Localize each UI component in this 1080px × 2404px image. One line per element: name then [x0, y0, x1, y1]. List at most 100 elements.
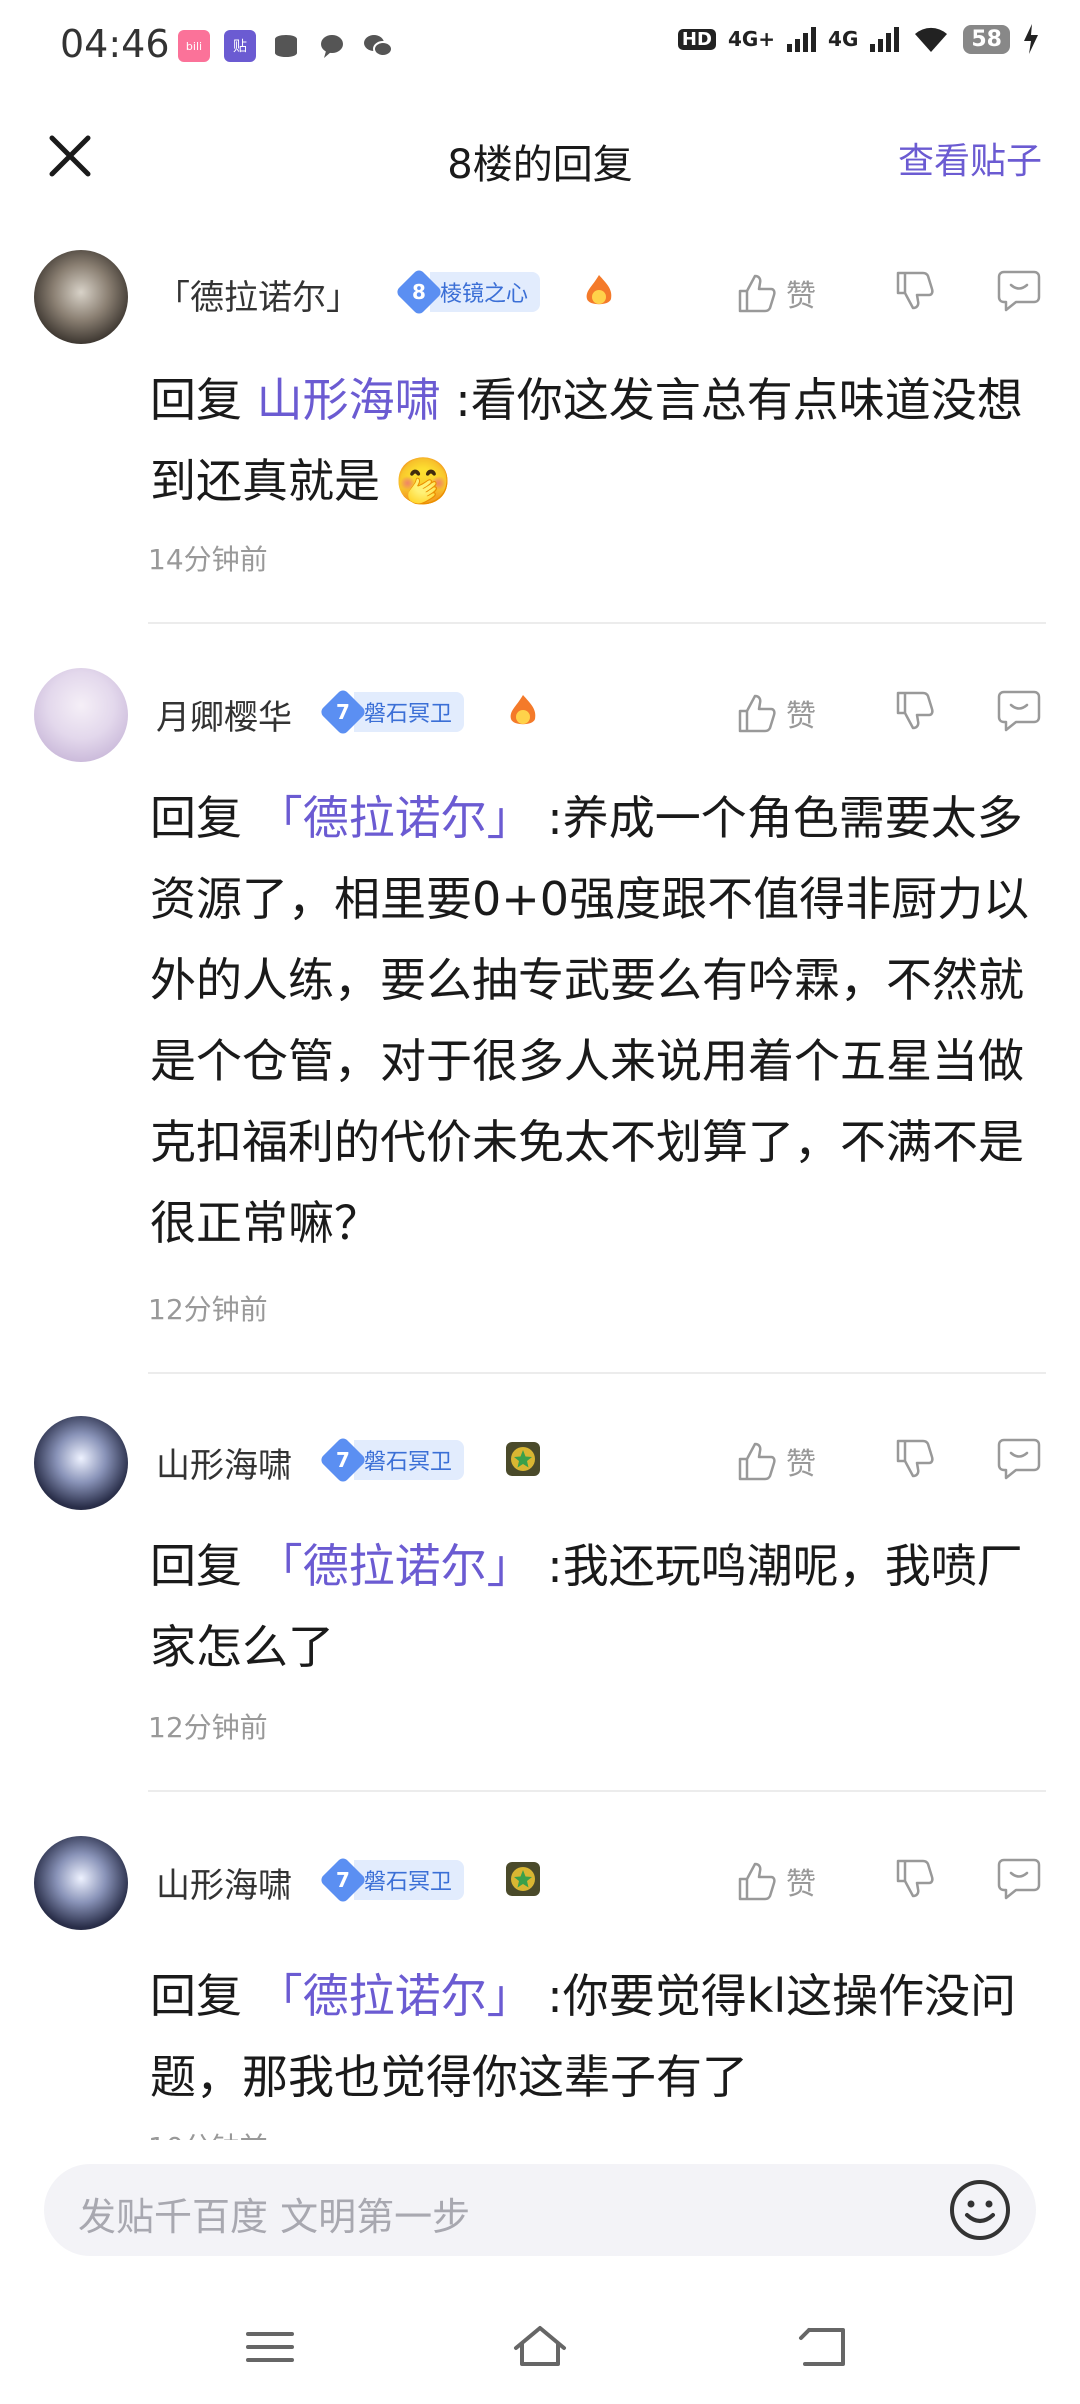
thumbs-up-icon — [738, 694, 776, 733]
reply-content[interactable]: 回复 「德拉诺尔」 :我还玩鸣潮呢，我喷厂家怎么了 — [150, 1526, 1040, 1688]
reply-target-link[interactable]: 「德拉诺尔」 — [257, 1969, 533, 2023]
reply-content[interactable]: 回复 山形海啸 :看你这发言总有点味道没想到还真就是 🤭 — [150, 360, 1040, 522]
reply-input[interactable]: 发贴千百度 文明第一步 — [44, 2164, 1036, 2256]
comment-button[interactable] — [996, 268, 1046, 318]
level-title: 磐石冥卫 — [354, 1860, 465, 1900]
comment-button[interactable] — [996, 1856, 1046, 1906]
status-bar: 04:46 bili 贴 HD 4G+ 4G 58 — [0, 0, 1080, 96]
reply-input-placeholder: 发贴千百度 文明第一步 — [78, 2195, 471, 2239]
wifi-icon — [915, 27, 948, 52]
thumbs-up-icon — [738, 1442, 776, 1481]
view-post-link[interactable]: 查看贴子 — [898, 132, 1042, 184]
thumbs-down-icon — [896, 691, 934, 730]
reply-time: 10分钟前 — [148, 2126, 268, 2140]
thumbs-down-icon — [896, 271, 934, 310]
comment-icon — [997, 1858, 1041, 1900]
reply-item: 山形海啸 7 磐石冥卫 赞 回复 「德拉诺尔」 :你要觉得kl这操作没问题，那我… — [0, 1804, 1080, 2140]
charging-icon — [1024, 24, 1038, 54]
level-title: 棱镜之心 — [430, 272, 541, 312]
menu-nav-button[interactable] — [240, 2320, 300, 2374]
status-indicators: HD 4G+ 4G 58 — [677, 24, 1040, 54]
like-label: 赞 — [786, 699, 816, 734]
avatar[interactable] — [34, 1416, 128, 1510]
thumbs-down-icon — [896, 1859, 934, 1898]
reply-time: 12分钟前 — [148, 1711, 268, 1744]
menu-icon — [246, 2332, 294, 2362]
wechat-app-icon — [362, 30, 394, 62]
network-label-2: 4G — [828, 27, 859, 51]
level-number-text: 7 — [336, 699, 350, 724]
level-badge: 7 磐石冥卫 — [318, 1855, 465, 1905]
flame-badge-icon — [586, 275, 612, 305]
reply-actions: 赞 — [734, 1436, 1046, 1486]
like-label: 赞 — [786, 1447, 816, 1482]
dislike-button[interactable] — [892, 689, 942, 737]
level-badge: 8 棱镜之心 — [394, 267, 541, 317]
reply-target-link[interactable]: 「德拉诺尔」 — [257, 791, 533, 845]
reply-actions: 赞 — [734, 268, 1046, 318]
bilibili-app-icon: bili — [178, 30, 210, 62]
reply-target-link[interactable]: 山形海啸 — [257, 373, 441, 427]
back-icon — [799, 2328, 845, 2366]
level-number-text: 7 — [336, 1447, 350, 1472]
username[interactable]: 山形海啸 — [156, 1438, 292, 1487]
status-time: 04:46 — [60, 22, 170, 66]
reply-content[interactable]: 回复 「德拉诺尔」 :你要觉得kl这操作没问题，那我也觉得你这辈子有了 — [150, 1956, 1040, 2118]
like-button[interactable]: 赞 — [734, 691, 864, 735]
reply-actions: 赞 — [734, 1856, 1046, 1906]
comment-button[interactable] — [996, 1436, 1046, 1486]
avatar[interactable] — [34, 668, 128, 762]
level-title: 磐石冥卫 — [354, 1440, 465, 1480]
level-badge: 7 磐石冥卫 — [318, 687, 465, 737]
username[interactable]: 山形海啸 — [156, 1858, 292, 1907]
battery-level: 58 — [963, 24, 1010, 54]
signal-icon — [787, 26, 817, 52]
like-button[interactable]: 赞 — [734, 1439, 864, 1483]
divider — [148, 1790, 1046, 1792]
star-medal-badge-icon — [506, 1862, 540, 1896]
header: 8楼的回复 查看贴子 — [0, 96, 1080, 216]
username[interactable]: 月卿樱华 — [156, 690, 292, 739]
reply-prefix: 回复 — [150, 1969, 242, 2023]
avatar[interactable] — [34, 1836, 128, 1930]
flame-badge-icon — [510, 695, 536, 725]
emoji-button[interactable] — [946, 2176, 1014, 2244]
home-nav-button[interactable] — [510, 2320, 570, 2374]
reply-input-bar: 发贴千百度 文明第一步 — [0, 2140, 1080, 2290]
level-number-text: 7 — [336, 1867, 350, 1892]
like-label: 赞 — [786, 279, 816, 314]
level-number-text: 8 — [412, 279, 426, 304]
comment-icon — [997, 690, 1041, 732]
chat-bubble-app-icon — [316, 30, 348, 62]
comment-button[interactable] — [996, 688, 1046, 738]
level-badge: 7 磐石冥卫 — [318, 1435, 465, 1485]
comment-icon — [997, 270, 1041, 312]
reply-target-link[interactable]: 「德拉诺尔」 — [257, 1539, 533, 1593]
dislike-button[interactable] — [892, 1857, 942, 1905]
reply-time: 12分钟前 — [148, 1293, 268, 1326]
emoji-icon — [950, 2180, 1010, 2240]
network-label-1: 4G+ — [727, 27, 776, 51]
reply-prefix: 回复 — [150, 1539, 242, 1593]
thumbs-down-icon — [896, 1439, 934, 1478]
avatar[interactable] — [34, 250, 128, 344]
reply-text: :养成一个角色需要太多资源了，相里要0+0强度跟不值得非厨力以外的人练，要么抽专… — [150, 791, 1030, 1250]
system-nav-bar — [0, 2290, 1080, 2404]
dislike-button[interactable] — [892, 269, 942, 317]
comment-icon — [997, 1438, 1041, 1480]
username[interactable]: 「德拉诺尔」 — [156, 270, 360, 319]
status-app-icons: bili 贴 — [178, 30, 394, 62]
level-title: 磐石冥卫 — [354, 692, 465, 732]
like-label: 赞 — [786, 1867, 816, 1902]
back-nav-button[interactable] — [795, 2320, 855, 2374]
reply-prefix: 回复 — [150, 791, 242, 845]
dislike-button[interactable] — [892, 1437, 942, 1485]
tieba-app-icon: 贴 — [224, 30, 256, 62]
reply-time: 14分钟前 — [148, 543, 268, 576]
hd-icon: HD — [677, 28, 716, 50]
signal-icon-2 — [870, 26, 900, 52]
like-button[interactable]: 赞 — [734, 271, 864, 315]
like-button[interactable]: 赞 — [734, 1859, 864, 1903]
thumbs-up-icon — [738, 1862, 776, 1901]
reply-content[interactable]: 回复 「德拉诺尔」 :养成一个角色需要太多资源了，相里要0+0强度跟不值得非厨力… — [150, 778, 1040, 1264]
